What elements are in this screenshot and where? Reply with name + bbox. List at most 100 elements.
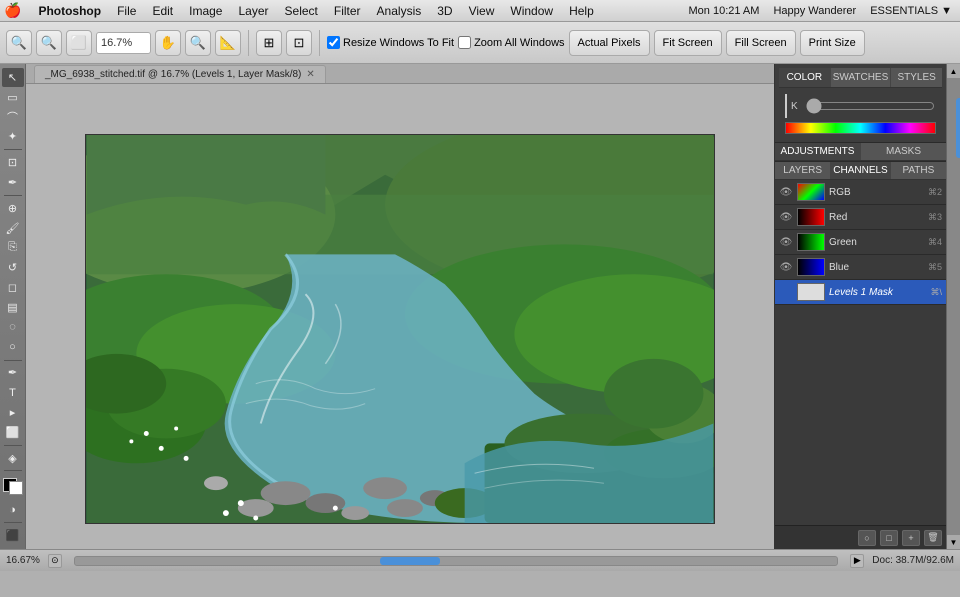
clone-stamp-tool[interactable]: ⎘ xyxy=(2,238,24,257)
ch-eye-rgb[interactable]: 👁 xyxy=(779,187,793,198)
view-mode-btn[interactable]: ⊞ xyxy=(256,30,282,56)
pen-tool[interactable]: ✒ xyxy=(2,363,24,382)
zoom-out-btn[interactable]: 🔍 xyxy=(6,30,32,56)
ch-new-channel-btn[interactable]: + xyxy=(902,530,920,546)
brush-tool[interactable]: 🖌 xyxy=(2,219,24,238)
move-tool-btn[interactable]: ✋ xyxy=(155,30,181,56)
tab-styles[interactable]: STYLES xyxy=(891,68,942,87)
ch-delete-channel-btn[interactable]: 🗑 xyxy=(924,530,942,546)
fit-screen-btn[interactable]: Fit Screen xyxy=(654,30,722,56)
zoom-in-btn[interactable]: 🔍 xyxy=(36,30,62,56)
fill-screen-btn[interactable]: Fill Screen xyxy=(726,30,796,56)
menu-image[interactable]: Image xyxy=(182,2,229,20)
background-color[interactable] xyxy=(9,481,23,495)
menu-help[interactable]: Help xyxy=(562,2,601,20)
status-left-btn[interactable]: ⊙ xyxy=(48,554,62,568)
color-selector[interactable] xyxy=(3,478,23,495)
tab-color[interactable]: COLOR xyxy=(779,68,831,87)
lasso-tool[interactable]: ⌒ xyxy=(2,108,24,127)
healing-brush-tool[interactable]: ⊕ xyxy=(2,199,24,218)
menu-layer[interactable]: Layer xyxy=(231,2,275,20)
tab-layers[interactable]: LAYERS xyxy=(775,162,831,179)
marquee-tool[interactable]: ▭ xyxy=(2,88,24,107)
menu-3d[interactable]: 3D xyxy=(430,2,459,20)
tab-channels[interactable]: CHANNELS xyxy=(831,162,890,179)
scroll-thumb[interactable] xyxy=(956,98,960,158)
left-toolbar: ↖ ▭ ⌒ ✦ ⊡ ✒ ⊕ 🖌 ⎘ ↺ ◻ ▤ ◌ ○ ✒ T ▸ ⬜ ◈ ◑ … xyxy=(0,64,26,549)
menubar: 🍎 Photoshop File Edit Image Layer Select… xyxy=(0,0,960,22)
horizontal-scrollbar[interactable] xyxy=(74,556,838,566)
channel-row-red[interactable]: 👁 Red ⌘3 xyxy=(775,205,946,230)
status-right-btn[interactable]: ▶ xyxy=(850,554,864,568)
eyedropper-tool[interactable]: ✒ xyxy=(2,173,24,192)
resize-windows-label[interactable]: Resize Windows To Fit xyxy=(327,36,454,49)
channels-tabs: LAYERS CHANNELS PATHS xyxy=(775,162,946,180)
channel-row-rgb[interactable]: 👁 RGB ⌘2 xyxy=(775,180,946,205)
workspace-selector[interactable]: ESSENTIALS ▼ xyxy=(870,5,952,17)
path-selection-tool[interactable]: ▸ xyxy=(2,403,24,422)
3d-tool[interactable]: ◈ xyxy=(2,449,24,468)
k-slider[interactable] xyxy=(806,102,935,110)
tab-masks[interactable]: MASKS xyxy=(861,143,946,160)
quick-mask-btn[interactable]: ◑ xyxy=(2,500,24,519)
crop-tool[interactable]: ⊡ xyxy=(2,153,24,172)
color-gradient-bar[interactable] xyxy=(785,122,936,134)
zoom-input[interactable] xyxy=(96,32,151,54)
ch-name-blue: Blue xyxy=(829,262,924,273)
view-mode-btn2[interactable]: ⊡ xyxy=(286,30,312,56)
foreground-color-swatch[interactable] xyxy=(785,94,787,118)
actual-pixels-btn[interactable]: Actual Pixels xyxy=(569,30,650,56)
text-tool[interactable]: T xyxy=(2,383,24,402)
eraser-tool[interactable]: ◻ xyxy=(2,278,24,297)
menu-edit[interactable]: Edit xyxy=(145,2,180,20)
horizontal-scroll-thumb[interactable] xyxy=(380,557,440,565)
print-size-btn[interactable]: Print Size xyxy=(800,30,865,56)
zoom-fit-btn[interactable]: ⬜ xyxy=(66,30,92,56)
menu-photoshop[interactable]: Photoshop xyxy=(31,2,108,20)
tab-close-btn[interactable]: ✕ xyxy=(306,69,314,80)
ch-save-selection-btn[interactable]: □ xyxy=(880,530,898,546)
menubar-right: Mon 10:21 AM Happy Wanderer ESSENTIALS ▼ xyxy=(689,0,953,22)
ch-name-mask: Levels 1 Mask xyxy=(829,287,926,298)
ch-name-rgb: RGB xyxy=(829,187,924,198)
menu-select[interactable]: Select xyxy=(278,2,325,20)
zoom-all-label[interactable]: Zoom All Windows xyxy=(458,36,564,49)
ch-shortcut-red: ⌘3 xyxy=(928,212,942,223)
scroll-down-arrow[interactable]: ▼ xyxy=(947,535,960,549)
dodge-tool[interactable]: ○ xyxy=(2,338,24,357)
menu-view[interactable]: View xyxy=(462,2,502,20)
history-brush-tool[interactable]: ↺ xyxy=(2,258,24,277)
document-tab[interactable]: _MG_6938_stitched.tif @ 16.7% (Levels 1,… xyxy=(34,65,326,83)
canvas-workspace[interactable] xyxy=(26,84,774,549)
channel-row-mask[interactable]: Levels 1 Mask ⌘\ xyxy=(775,280,946,305)
zoom-tool-btn[interactable]: 🔍 xyxy=(185,30,211,56)
canvas-image xyxy=(85,134,715,524)
move-tool[interactable]: ↖ xyxy=(2,68,24,87)
resize-windows-check[interactable] xyxy=(327,36,340,49)
gradient-tool[interactable]: ▤ xyxy=(2,298,24,317)
screen-mode-btn[interactable]: ⬛ xyxy=(2,526,24,545)
zoom-all-check[interactable] xyxy=(458,36,471,49)
menu-filter[interactable]: Filter xyxy=(327,2,368,20)
channel-row-blue[interactable]: 👁 Blue ⌘5 xyxy=(775,255,946,280)
menu-file[interactable]: File xyxy=(110,2,143,20)
channel-row-green[interactable]: 👁 Green ⌘4 xyxy=(775,230,946,255)
menu-analysis[interactable]: Analysis xyxy=(370,2,429,20)
ch-eye-red[interactable]: 👁 xyxy=(779,212,793,223)
menu-window[interactable]: Window xyxy=(503,2,560,20)
apple-logo-icon[interactable]: 🍎 xyxy=(4,2,21,19)
tab-swatches[interactable]: SWATCHES xyxy=(831,68,892,87)
ch-load-selection-btn[interactable]: ○ xyxy=(858,530,876,546)
magic-wand-tool[interactable]: ✦ xyxy=(2,128,24,147)
ch-thumb-red xyxy=(797,208,825,226)
ch-eye-green[interactable]: 👁 xyxy=(779,237,793,248)
tab-adjustments[interactable]: ADJUSTMENTS xyxy=(775,143,861,160)
measure-btn[interactable]: 📐 xyxy=(215,30,241,56)
color-swatches-row: K 0 % xyxy=(785,94,936,118)
shape-tool[interactable]: ⬜ xyxy=(2,423,24,442)
scroll-up-arrow[interactable]: ▲ xyxy=(947,64,960,78)
ch-eye-blue[interactable]: 👁 xyxy=(779,262,793,273)
tab-paths[interactable]: PATHS xyxy=(891,162,946,179)
canvas-svg xyxy=(86,135,714,523)
blur-tool[interactable]: ◌ xyxy=(2,318,24,337)
